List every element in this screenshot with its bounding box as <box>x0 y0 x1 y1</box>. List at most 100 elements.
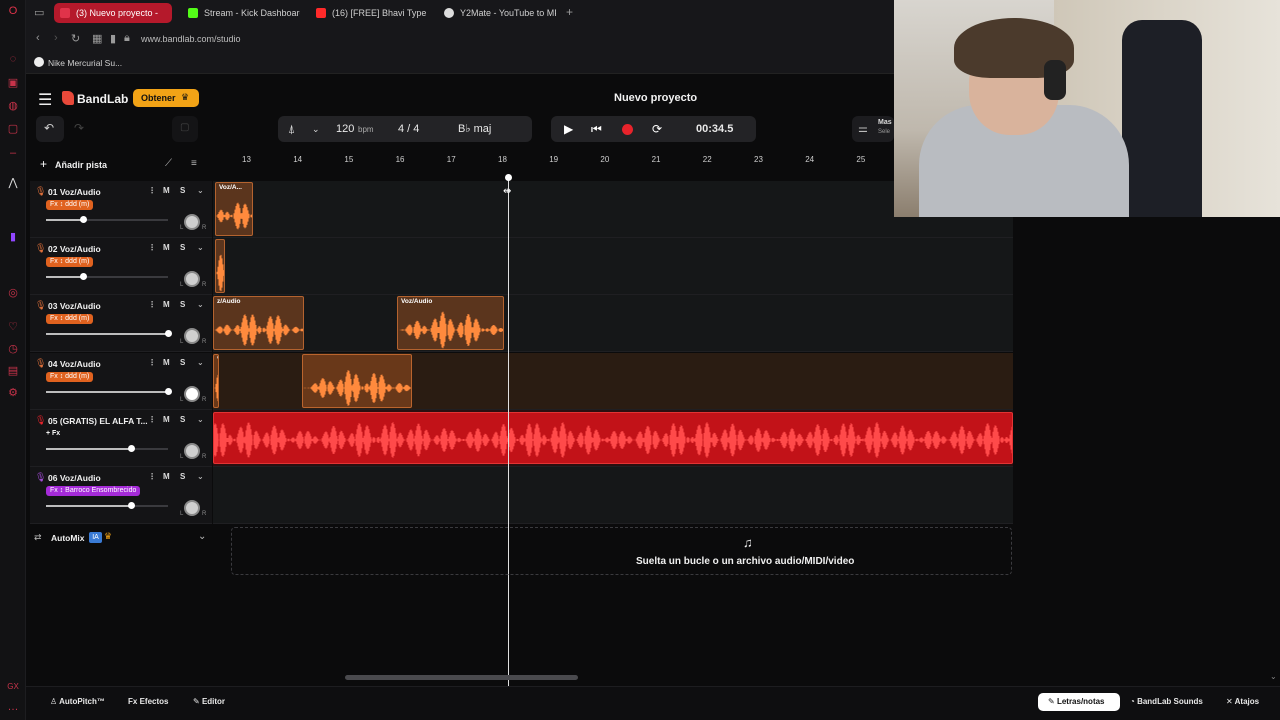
project-title[interactable]: Nuevo proyecto <box>614 92 697 104</box>
redo-button[interactable]: ↷ <box>66 116 94 142</box>
menu-icon[interactable]: ☰ <box>38 90 52 110</box>
volume-slider[interactable] <box>46 216 168 223</box>
kebab-menu-icon[interactable]: ⋮ <box>148 186 156 195</box>
track-name[interactable]: 05 (GRATIS) EL ALFA T... <box>48 416 148 426</box>
track-name[interactable]: 02 Voz/Audio <box>48 244 101 254</box>
solo-button[interactable]: S <box>180 243 185 252</box>
volume-slider[interactable] <box>46 387 172 395</box>
tab-y2mate[interactable]: Y2Mate - YouTube to MP <box>438 3 556 23</box>
scroll-down-icon[interactable]: ⌄ <box>1270 672 1277 681</box>
track-header[interactable]: 🎙︎ 02 Voz/Audio ⋮ M S ⌄ Fx ↕ ddd (m) L R <box>30 238 212 296</box>
chevron-down-icon[interactable]: ⌄ <box>197 300 204 309</box>
obtener-button[interactable]: Obtener ♛ <box>133 89 199 107</box>
kebab-menu-icon[interactable]: ⋮ <box>148 472 156 481</box>
audio-clip[interactable]: z/Audio <box>213 296 304 351</box>
kebab-menu-icon[interactable]: ⋮ <box>148 358 156 367</box>
mute-button[interactable]: M <box>163 472 170 481</box>
volume-knob[interactable] <box>128 502 136 509</box>
play-icon[interactable]: ▶ <box>564 116 573 142</box>
volume-knob[interactable] <box>165 387 172 395</box>
solo-button[interactable]: S <box>180 358 185 367</box>
mute-button[interactable]: M <box>163 358 170 367</box>
opera-logo-icon[interactable]: O <box>6 4 20 18</box>
kebab-menu-icon[interactable]: ⋮ <box>148 243 156 252</box>
tempo-value[interactable]: 120 <box>336 116 354 142</box>
sidebar-app-icon[interactable]: ◷ <box>6 342 20 356</box>
audio-clip[interactable] <box>213 411 1013 464</box>
volume-knob[interactable] <box>79 216 87 223</box>
pan-knob[interactable] <box>184 328 200 345</box>
vpn-icon[interactable]: ▮ <box>110 32 116 45</box>
audio-clip[interactable] <box>215 239 225 294</box>
url-text[interactable]: www.bandlab.com/studio <box>141 34 241 44</box>
track-lane[interactable] <box>213 295 1013 353</box>
track-lane[interactable] <box>213 181 1013 238</box>
fx-badge[interactable]: Fx ↕ ddd (m) <box>46 371 94 382</box>
track-lane[interactable] <box>213 467 1013 524</box>
tab-list-icon[interactable]: ▭ <box>34 6 44 19</box>
chevron-down-icon[interactable]: ⌄ <box>197 415 204 424</box>
forward-icon[interactable]: › <box>54 32 58 44</box>
volume-knob[interactable] <box>128 444 136 452</box>
add-track-button[interactable]: + Añadir pista <box>34 155 120 175</box>
track-options-icon[interactable]: ≡ <box>191 158 197 169</box>
editor-button[interactable]: ✎ Editor <box>193 694 225 710</box>
volume-knob[interactable] <box>79 273 87 281</box>
back-icon[interactable]: ‹ <box>36 32 40 44</box>
autopitch-button[interactable]: ♙ AutoPitch™ <box>50 694 105 710</box>
bandlab-logo[interactable]: BandLab <box>77 92 128 106</box>
letras-button[interactable]: ✎ Letras/notas <box>1038 693 1120 711</box>
track-name[interactable]: 01 Voz/Audio <box>48 187 101 197</box>
track-header[interactable]: 🎙︎ 03 Voz/Audio ⋮ M S ⌄ Fx ↕ ddd (m) L R <box>30 295 212 353</box>
audio-clip[interactable]: Voz/Audio <box>397 296 504 351</box>
loop-icon[interactable]: ⟳ <box>652 116 662 142</box>
more-icon[interactable]: … <box>6 700 20 714</box>
solo-button[interactable]: S <box>180 472 185 481</box>
chevron-down-icon[interactable]: ⌄ <box>312 116 320 142</box>
mute-button[interactable]: M <box>163 243 170 252</box>
kebab-menu-icon[interactable]: ⋮ <box>148 415 156 424</box>
fx-badge[interactable]: Fx ↕ ddd (m) <box>46 200 94 210</box>
track-name[interactable]: 04 Voz/Audio <box>48 359 101 369</box>
volume-knob[interactable] <box>165 330 172 338</box>
playhead[interactable] <box>508 176 509 686</box>
metronome-icon[interactable]: ⍋ <box>288 116 295 142</box>
drop-zone[interactable]: ♫ Suelta un bucle o un archivo audio/MID… <box>231 527 1012 575</box>
pan-knob[interactable] <box>184 214 200 230</box>
atajos-button[interactable]: ✕ Atajos <box>1226 694 1259 710</box>
chevron-down-icon[interactable]: ⌄ <box>197 186 204 195</box>
audio-clip[interactable]: Voz/Audio <box>213 353 219 408</box>
track-name[interactable]: 03 Voz/Audio <box>48 301 101 311</box>
skip-back-icon[interactable]: ⏮ <box>591 116 602 142</box>
fx-badge[interactable]: Fx ↕ ddd (m) <box>46 314 94 325</box>
sidebar-aria-icon[interactable]: ⋀ <box>6 176 20 190</box>
sidebar-app-icon[interactable]: ▤ <box>6 364 20 378</box>
panel-button[interactable]: ▢ <box>172 116 198 142</box>
chevron-down-icon[interactable]: ⌄ <box>197 472 204 481</box>
settings-icon[interactable]: ⚙ <box>6 386 20 400</box>
mute-button[interactable]: M <box>163 300 170 309</box>
kebab-menu-icon[interactable]: ⋮ <box>148 300 156 309</box>
track-name[interactable]: 06 Voz/Audio <box>48 473 101 483</box>
track-header[interactable]: 🎙︎ 04 Voz/Audio ⋮ M S ⌄ Fx ↕ ddd (m) L R <box>30 352 212 410</box>
track-lane[interactable] <box>213 238 1013 296</box>
pan-knob[interactable] <box>184 271 200 288</box>
solo-button[interactable]: S <box>180 300 185 309</box>
sidebar-app-icon[interactable]: ♡ <box>6 320 20 334</box>
pan-knob[interactable] <box>184 385 200 402</box>
track-header[interactable]: 🎙︎ 06 Voz/Audio ⋮ M S ⌄ Fx ↕ Barroco Ens… <box>30 467 212 524</box>
pan-knob[interactable] <box>184 442 200 459</box>
fx-badge[interactable]: + Fx <box>46 429 60 439</box>
volume-slider[interactable] <box>46 444 168 452</box>
tab-youtube[interactable]: (16) [FREE] Bhavi Type Be <box>310 3 428 23</box>
bookmark-nike[interactable]: Nike Mercurial Su... <box>48 58 122 68</box>
time-signature[interactable]: 4 / 4 <box>398 116 419 142</box>
record-icon[interactable] <box>622 124 633 135</box>
solo-button[interactable]: S <box>180 415 185 424</box>
sidebar-app-icon[interactable]: ◌ <box>6 52 20 66</box>
master-button[interactable]: ⚌ Mas Sele <box>852 116 894 142</box>
sidebar-app-icon[interactable]: ◍ <box>6 99 20 113</box>
sidebar-app-icon[interactable]: GX <box>6 680 20 694</box>
volume-slider[interactable] <box>46 273 168 281</box>
chevron-down-icon[interactable]: ⌄ <box>198 531 206 542</box>
